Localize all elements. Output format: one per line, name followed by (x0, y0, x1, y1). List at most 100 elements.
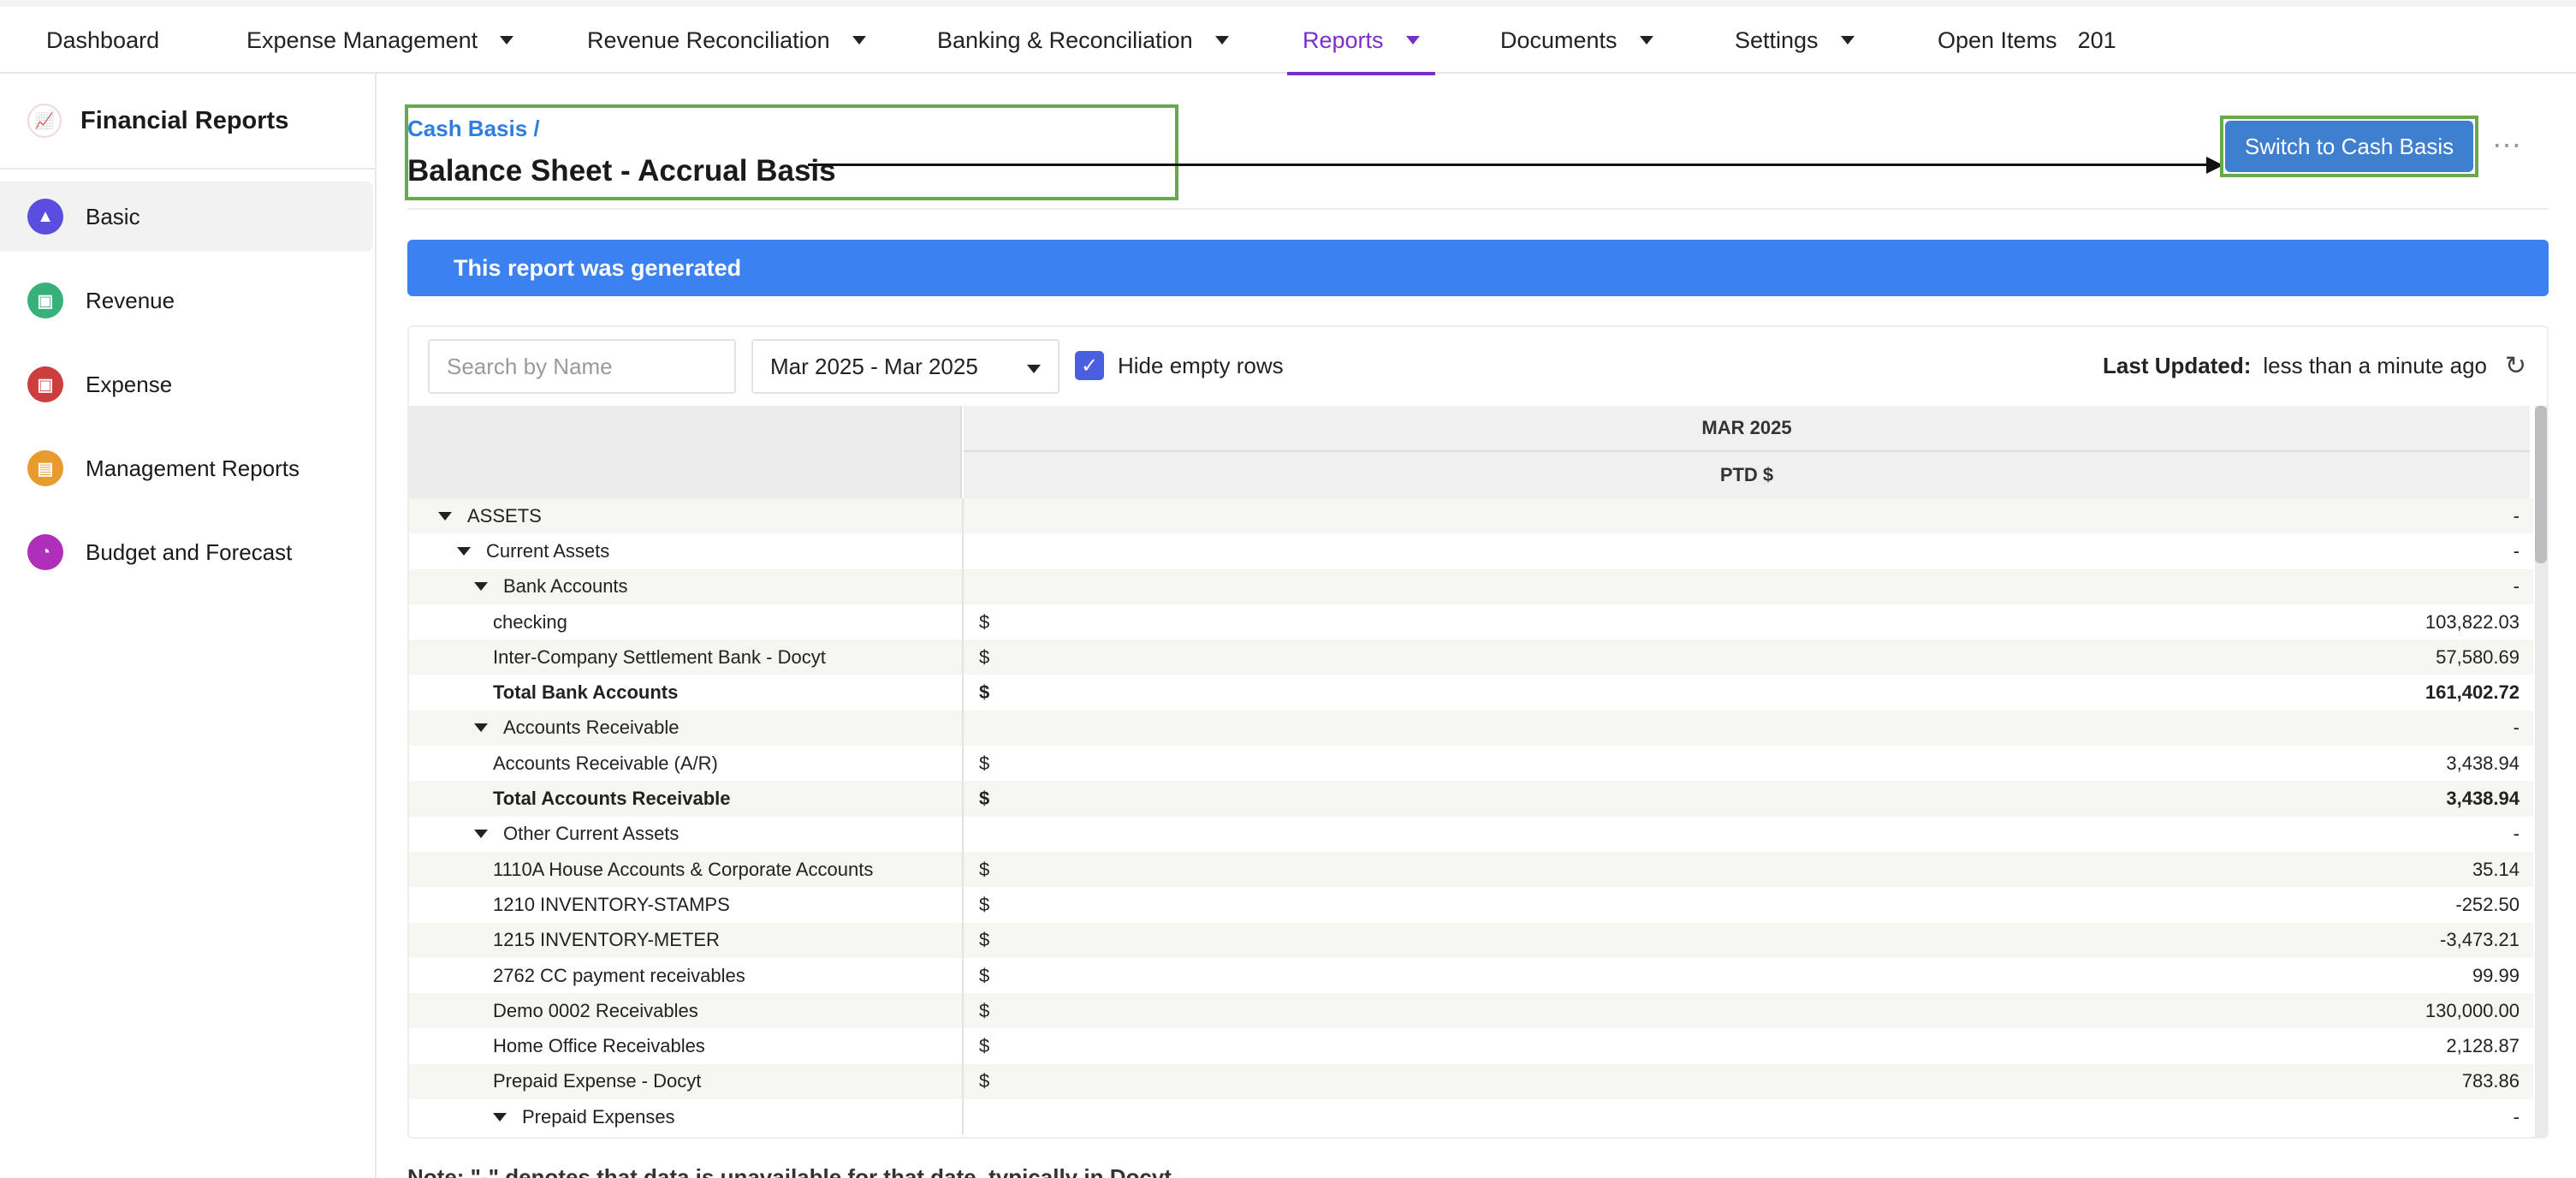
row-name: Current Assets (457, 533, 609, 568)
row-label: 1110A House Accounts & Corporate Account… (493, 858, 874, 880)
column-divider (962, 781, 964, 817)
row-value: 783.86 (2461, 1070, 2520, 1092)
breadcrumb-link[interactable]: Cash Basis (407, 116, 527, 141)
caret-down-icon[interactable] (474, 582, 488, 592)
sidebar-item-label: Expense (86, 371, 173, 397)
document-icon: ▤ (27, 450, 63, 486)
row-label: Total Bank Accounts (493, 681, 679, 704)
banner-text: This report was generated (454, 254, 742, 281)
row-name: Total Bank Accounts (493, 675, 678, 710)
table-row[interactable]: ASSETS - (409, 498, 2533, 534)
receipt-icon: ▣ (27, 283, 63, 318)
nav-expense-management-label: Expense Management (246, 27, 478, 53)
breadcrumb[interactable]: Cash Basis / (407, 116, 540, 142)
column-divider (962, 533, 964, 569)
table-row[interactable]: Accounts Receivable - (409, 710, 2533, 747)
more-horizontal-icon[interactable]: ⋯ (2492, 131, 2523, 160)
row-name: 2762 CC payment receivables (493, 958, 745, 993)
hide-empty-rows-checkbox[interactable]: ✓ (1075, 351, 1104, 380)
currency-symbol: $ (979, 964, 990, 986)
search-input[interactable] (428, 339, 736, 394)
caret-down-icon[interactable] (474, 723, 488, 733)
page-title: Balance Sheet - Accrual Basis (407, 154, 836, 187)
pie-chart-icon: ◔ (27, 534, 63, 570)
row-value: -3,473.21 (2440, 929, 2520, 951)
nav-banking-reconciliation-label: Banking & Reconciliation (937, 27, 1193, 53)
nav-reports-label: Reports (1303, 27, 1384, 53)
row-name: Bank Accounts (474, 569, 628, 604)
row-name: Inter-Company Settlement Bank - Docyt (493, 640, 826, 675)
caret-down-icon (1639, 36, 1653, 45)
table-row: Total Accounts Receivable $3,438.94 (409, 781, 2533, 817)
currency-symbol: $ (979, 610, 990, 633)
table-row[interactable]: Other Current Assets - (409, 816, 2533, 852)
column-divider (962, 568, 964, 604)
last-updated: Last Updated: less than a minute ago (2103, 353, 2487, 379)
row-label: Accounts Receivable (A/R) (493, 752, 718, 774)
currency-symbol: $ (979, 929, 990, 951)
refresh-icon[interactable]: ↻ (2505, 351, 2526, 381)
column-divider (962, 816, 964, 852)
table-row: checking $103,822.03 (409, 604, 2533, 640)
column-divider (962, 604, 964, 640)
table-row: 1215 INVENTORY-METER $ -3,473.21 (409, 922, 2533, 958)
currency-symbol: $ (979, 858, 990, 880)
row-label: Demo 0002 Receivables (493, 999, 698, 1021)
nav-reports[interactable]: Reports (1287, 7, 1435, 75)
open-items-label: Open Items (1938, 27, 2057, 53)
row-name: Other Current Assets (474, 817, 679, 852)
row-name: 1215 INVENTORY-METER (493, 923, 720, 958)
row-name: Total Accounts Receivable (493, 781, 731, 816)
date-range-select[interactable]: Mar 2025 - Mar 2025 (751, 339, 1059, 394)
sidebar-item-label: Budget and Forecast (86, 538, 293, 565)
caret-down-icon[interactable] (438, 511, 452, 521)
scrollbar-thumb[interactable] (2535, 406, 2547, 563)
row-value: 57,580.69 (2436, 646, 2520, 668)
caret-down-icon[interactable] (457, 546, 471, 556)
annotation-arrow-line (808, 164, 2211, 166)
caret-down-icon (852, 36, 866, 45)
nav-dashboard-label: Dashboard (46, 27, 160, 53)
currency-symbol: $ (979, 1035, 990, 1057)
sidebar-item-management-reports[interactable]: ▤ Management Reports (0, 433, 375, 503)
nav-banking-reconciliation[interactable]: Banking & Reconciliation (937, 7, 1229, 74)
table-header-period: MAR 2025 (964, 406, 2530, 452)
row-label: Accounts Receivable (503, 717, 680, 739)
nav-dashboard[interactable]: Dashboard (46, 7, 159, 74)
table-row: Accounts Receivable (A/R) $3,438.94 (409, 746, 2533, 782)
table-row: Home Office Receivables $2,128.87 (409, 1028, 2533, 1064)
row-name: Home Office Receivables (493, 1028, 705, 1063)
row-value: - (2513, 717, 2520, 739)
sidebar-item-budget-forecast[interactable]: ◔ Budget and Forecast (0, 517, 375, 587)
caret-down-icon (1027, 365, 1041, 373)
currency-symbol: $ (979, 752, 990, 774)
chart-icon: 📈 (27, 104, 62, 138)
nav-settings[interactable]: Settings (1735, 7, 1855, 74)
row-name: 1110A House Accounts & Corporate Account… (493, 852, 873, 887)
nav-settings-label: Settings (1735, 27, 1819, 53)
row-value: - (2513, 575, 2520, 598)
table-row[interactable]: Current Assets - (409, 533, 2533, 569)
table-row[interactable]: Bank Accounts - (409, 568, 2533, 604)
row-value: - (2513, 1105, 2520, 1127)
column-divider (962, 675, 964, 711)
nav-revenue-reconciliation-label: Revenue Reconciliation (587, 27, 830, 53)
table-row[interactable]: Prepaid Expenses - (409, 1099, 2533, 1135)
sidebar-item-expense[interactable]: ▣ Expense (0, 349, 375, 419)
caret-down-icon[interactable] (474, 830, 488, 839)
nav-revenue-reconciliation[interactable]: Revenue Reconciliation (587, 7, 866, 74)
switch-to-cash-basis-button[interactable]: Switch to Cash Basis (2225, 121, 2473, 172)
date-range-value: Mar 2025 - Mar 2025 (770, 353, 978, 379)
nav-documents[interactable]: Documents (1500, 7, 1653, 74)
last-updated-value: less than a minute ago (2263, 353, 2487, 378)
nav-open-items[interactable]: Open Items 201 (1938, 7, 2116, 74)
sidebar-item-revenue[interactable]: ▣ Revenue (0, 265, 375, 336)
row-name: Accounts Receivable (474, 711, 679, 746)
header-divider (407, 208, 2549, 210)
table-row: Inter-Company Settlement Bank - Docyt $57… (409, 640, 2533, 675)
hide-empty-rows-label[interactable]: Hide empty rows (1118, 353, 1284, 379)
caret-down-icon[interactable] (493, 1112, 507, 1121)
nav-expense-management[interactable]: Expense Management (246, 7, 514, 74)
sidebar-item-basic[interactable]: ▲ Basic (0, 181, 373, 252)
column-divider (962, 498, 964, 534)
